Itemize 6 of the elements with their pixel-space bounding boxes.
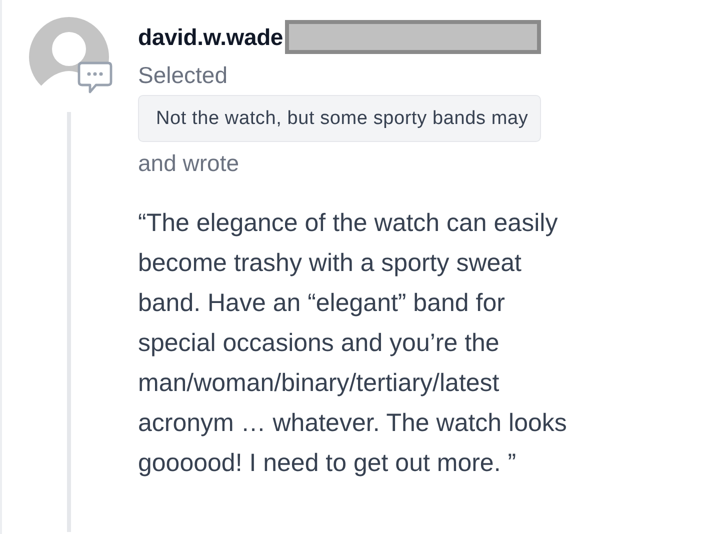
selected-text: Not the watch, but some sporty bands may xyxy=(138,95,542,142)
author-name: david.w.wade xyxy=(138,24,284,50)
connector-label: and wrote xyxy=(138,150,240,177)
action-label: Selected xyxy=(138,62,228,89)
comment-icon xyxy=(76,60,114,96)
comment-text: “The elegance of the watch can easily become trashy with a sporty sweat band. Have an “elegant” band for special occasions and you’re the man/woman/binary/tertiary/latest acronym … whatever. The watch looks goooood! I need to get out more. ” xyxy=(138,208,567,479)
